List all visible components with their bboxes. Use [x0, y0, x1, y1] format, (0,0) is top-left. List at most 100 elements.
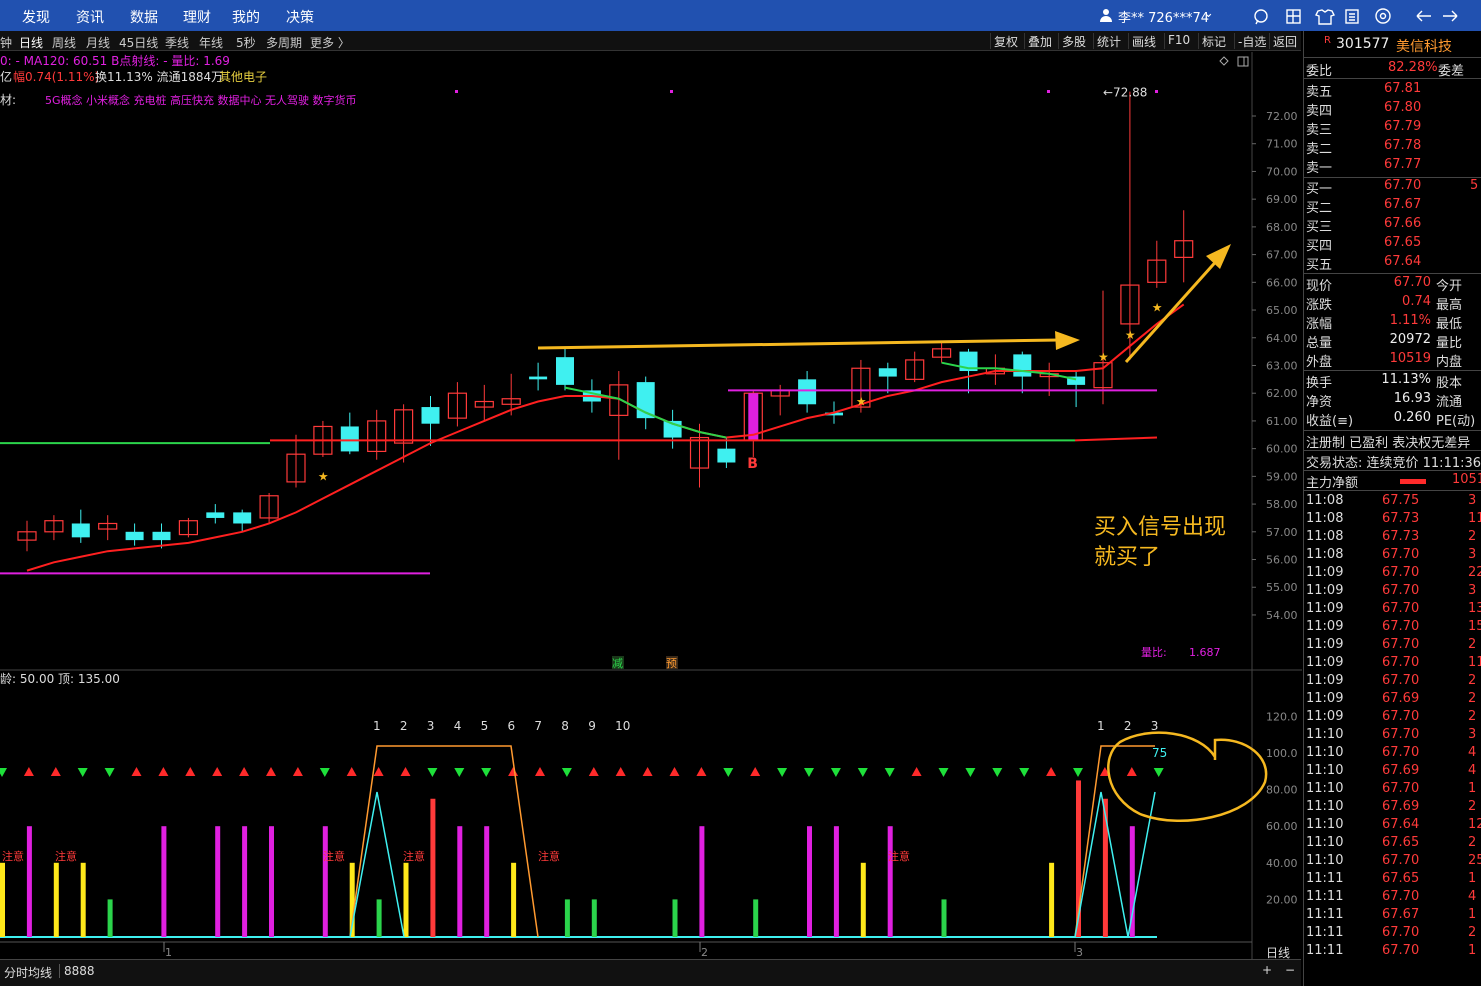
trade-status: 交易状态: 连续竞价 11:11:36 [1306, 456, 1481, 471]
ask-level-label: 卖四 [1306, 104, 1333, 119]
tick-price: 67.70 [1382, 709, 1420, 724]
period-multi[interactable]: 多周期 [266, 34, 302, 51]
separator [1304, 490, 1481, 491]
registration-info: 注册制 已盈利 表决权无差异 [1306, 436, 1471, 451]
tick-time: 11:10 [1306, 799, 1344, 814]
cycle-count: 8 [561, 719, 569, 733]
period-5sec[interactable]: 5秒 [236, 34, 256, 51]
bid-level-label: 买三 [1306, 220, 1333, 235]
stock-code[interactable]: 301577 [1336, 36, 1389, 52]
tick-price: 67.70 [1382, 745, 1420, 760]
chevron-down-icon[interactable]: ⌄ [1203, 6, 1214, 21]
tick-volume: 12 [1468, 817, 1481, 832]
price-tick: 64.00 [1266, 332, 1298, 345]
forward-arrow-icon[interactable] [1443, 10, 1458, 22]
cycle-count: 5 [481, 719, 489, 733]
stat-label-right: 最高 [1436, 298, 1463, 313]
target-icon[interactable] [1375, 8, 1391, 24]
tool-mark[interactable]: 标记 [1198, 33, 1229, 49]
tick-price: 67.70 [1382, 889, 1420, 904]
tool-watchlist[interactable]: -自选 [1234, 33, 1269, 49]
period-45day[interactable]: 45日线 [119, 34, 158, 51]
indicator-bar [430, 798, 436, 937]
top-marker [1155, 90, 1158, 93]
nav-news[interactable]: 资讯 [76, 7, 104, 27]
cycle-count: 1 [373, 719, 381, 733]
user-icon[interactable] [1099, 8, 1113, 22]
candle-body [717, 448, 736, 463]
stock-name[interactable]: 美信科技 [1396, 36, 1452, 56]
ask-price: 67.81 [1384, 81, 1422, 96]
nav-discover[interactable]: 发现 [22, 7, 50, 27]
nav-decision[interactable]: 决策 [286, 7, 314, 27]
period-year[interactable]: 年线 [199, 34, 223, 51]
indicator-bar [591, 899, 597, 937]
user-account[interactable]: 李** 726***74 [1118, 7, 1209, 26]
bid-price: 67.65 [1384, 235, 1422, 250]
indicator-bar [242, 826, 248, 937]
tool-stats[interactable]: 统计 [1093, 33, 1124, 49]
indicator-bar [269, 826, 274, 937]
nav-finance[interactable]: 理财 [183, 7, 211, 27]
change-info-prefix: 亿 [0, 69, 12, 84]
tick-time: 11:09 [1306, 601, 1344, 616]
stat-value: 1.11% [1389, 313, 1431, 328]
ma-info-line: 0: - MA120: 60.51 B点射线: - 量比: 1.69 [0, 53, 230, 68]
concepts-list[interactable]: 5G概念 小米概念 充电桩 高压快充 数据中心 无人驾驶 数字货币 [45, 93, 357, 107]
period-month[interactable]: 月线 [86, 34, 110, 51]
back-arrow-icon[interactable] [1416, 10, 1431, 22]
shirt-icon[interactable] [1315, 9, 1335, 25]
tick-time: 11:08 [1306, 547, 1344, 562]
tool-draw[interactable]: 画线 [1128, 33, 1159, 49]
indicator-bar [457, 826, 463, 937]
zoom-out-button[interactable]: − [1285, 963, 1295, 977]
stat-label: 现价 [1306, 279, 1333, 294]
tick-price: 67.70 [1382, 853, 1420, 868]
tick-volume: 15 [1468, 619, 1481, 634]
weibi-label: 委比 [1306, 64, 1333, 79]
bid-volume: 5 [1470, 178, 1479, 193]
tick-volume: 4 [1468, 763, 1477, 778]
main-net-label[interactable]: 主力净额 [1306, 472, 1358, 491]
indicator-bar [322, 826, 328, 937]
tool-return[interactable]: 返回 [1269, 33, 1300, 49]
period-minute[interactable]: 钟 [0, 34, 12, 51]
nav-data[interactable]: 数据 [130, 7, 158, 27]
avg-line-label[interactable]: 分时均线 [4, 964, 52, 981]
stat-value: 0.74 [1402, 294, 1431, 309]
grid-icon[interactable] [1286, 9, 1301, 24]
top-marker [670, 90, 673, 93]
indicator-bar [564, 899, 570, 937]
tool-f10[interactable]: F10 [1164, 33, 1193, 49]
tick-price: 67.69 [1382, 691, 1420, 706]
tick-volume: 4 [1468, 889, 1477, 904]
volume-ratio-value: 1.687 [1189, 646, 1221, 659]
stat2-label-right: PE(动) [1436, 414, 1476, 429]
tool-multistock[interactable]: 多股 [1058, 33, 1089, 49]
tick-volume: 3 [1468, 547, 1477, 562]
kline-chart[interactable]: 72.00 71.00 70.00 69.00 68.00 67.00 66.00 65.00… [0, 52, 1302, 959]
warning-label: 注意 [538, 849, 560, 863]
tick-time: 11:10 [1306, 781, 1344, 796]
period-quarter[interactable]: 季线 [165, 34, 189, 51]
stat2-label: 换手 [1306, 376, 1333, 391]
tick-price: 67.67 [1382, 907, 1420, 922]
tick-volume: 1 [1468, 943, 1477, 958]
indicator-bar [107, 899, 113, 937]
zoom-in-button[interactable]: + [1262, 963, 1272, 977]
period-week[interactable]: 周线 [52, 34, 76, 51]
period-day[interactable]: 日线 [19, 34, 43, 51]
bid-level-label: 买四 [1306, 239, 1333, 254]
service-icon[interactable] [1254, 9, 1268, 25]
tool-rights[interactable]: 复权 [990, 33, 1021, 49]
price-tick: 58.00 [1266, 498, 1298, 511]
ask-level-label: 卖一 [1306, 161, 1333, 176]
nav-mine[interactable]: 我的 [232, 7, 260, 27]
period-more[interactable]: 更多 〉 [310, 34, 350, 51]
tool-overlay[interactable]: 叠加 [1024, 33, 1055, 49]
top-navigation-bar: 发现 资讯 数据 理财 我的 决策 李** 726***74 ⌄ [0, 0, 1481, 31]
warning-label: 注意 [323, 849, 345, 863]
note-icon[interactable] [1345, 9, 1359, 24]
tick-volume: 11 [1468, 655, 1481, 670]
tick-time: 11:11 [1306, 943, 1344, 958]
